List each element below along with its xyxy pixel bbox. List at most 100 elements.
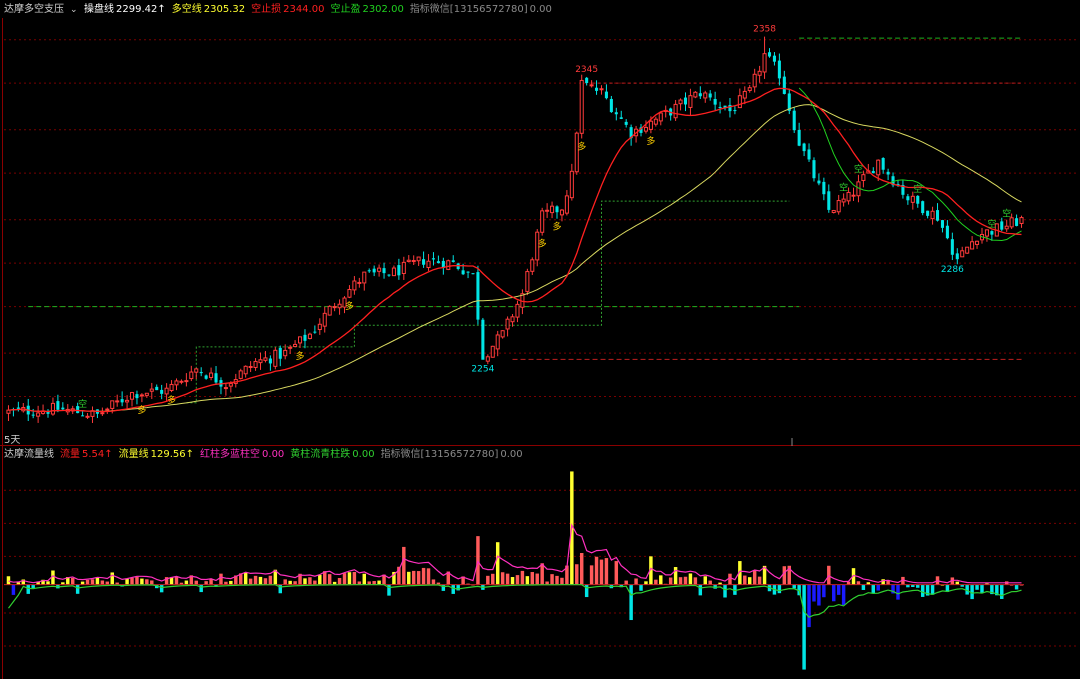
volume-bar[interactable] [268,575,273,585]
price-chart[interactable]: 多多多多多多多多空空空空空空2358234522542286 [0,0,1080,446]
volume-bar[interactable] [896,584,900,600]
volume-bar[interactable] [174,576,179,585]
volume-bar[interactable] [634,578,638,585]
volume-bar[interactable] [693,577,698,585]
volume-bar[interactable] [575,564,579,585]
volume-bar[interactable] [604,558,609,585]
volume-bar[interactable] [352,571,357,585]
volume-bar[interactable] [748,577,752,585]
candle[interactable] [476,265,480,325]
volume-bar[interactable] [407,571,411,585]
volume-bar[interactable] [668,577,673,585]
volume-bar[interactable] [347,572,352,585]
candle[interactable] [471,273,475,275]
volume-bar[interactable] [100,580,105,585]
volume-bar[interactable] [688,573,693,585]
volume-bar[interactable] [426,568,431,585]
volume-bar[interactable] [184,580,189,585]
volume-bar[interactable] [886,580,890,585]
volume-bar[interactable] [579,552,584,585]
volume-bar[interactable] [11,584,16,595]
volume-bar[interactable] [70,577,75,585]
volume-bar[interactable] [500,572,505,585]
volume-bar[interactable] [876,584,880,591]
volume-bar[interactable] [416,571,421,585]
volume-bar[interactable] [599,559,604,585]
volume-bar[interactable] [342,573,347,585]
volume-bar[interactable] [159,584,164,593]
volume-bar[interactable] [486,575,490,585]
volume-bar[interactable] [318,574,322,585]
candle[interactable] [921,200,925,216]
volume-bar[interactable] [975,584,979,590]
candle[interactable] [965,246,970,254]
volume-bar[interactable] [614,561,619,585]
volume-bar[interactable] [337,577,342,585]
candle[interactable] [525,268,530,296]
candle[interactable] [481,317,485,360]
volume-bar[interactable] [327,574,332,585]
volume-bar[interactable] [550,574,554,585]
volume-bar[interactable] [535,573,539,585]
volume-bar[interactable] [639,584,643,591]
volume-bar[interactable] [510,577,515,585]
volume-bar[interactable] [644,581,648,585]
candle[interactable] [574,131,579,175]
top-indicator-name[interactable]: 达摩多空支压 [4,2,64,18]
volume-bar[interactable] [85,579,90,585]
candle[interactable] [579,74,584,139]
volume-bar[interactable] [431,579,436,585]
volume-bar[interactable] [209,579,213,585]
volume-bar[interactable] [723,584,727,598]
volume-bar[interactable] [980,584,984,593]
bottom-indicator-name[interactable]: 达摩流量线 [4,447,54,463]
volume-bar[interactable] [130,577,134,585]
candle[interactable] [273,347,278,370]
volume-bar[interactable] [421,567,426,585]
volume-bar[interactable] [659,575,663,585]
volume-bar[interactable] [654,579,658,585]
volume-bar[interactable] [258,576,263,585]
candle[interactable] [540,207,545,236]
volume-bar[interactable] [589,565,594,585]
volume-bar[interactable] [802,584,806,670]
volume-bar[interactable] [248,578,253,585]
volume-bar[interactable] [520,570,525,585]
volume-bar[interactable] [303,578,307,585]
volume-bar[interactable] [145,579,149,585]
candle[interactable] [792,107,796,133]
volume-bar[interactable] [832,584,836,602]
volume-bar[interactable] [673,567,678,585]
volume-bar[interactable] [362,573,367,585]
candle[interactable] [812,157,816,182]
volume-bar[interactable] [792,584,796,589]
volume-bar[interactable] [836,584,841,595]
volume-bar[interactable] [856,581,861,585]
volume-bar[interactable] [812,584,816,602]
volume-bar[interactable] [920,584,925,597]
volume-bar[interactable] [594,556,599,585]
volume-bar[interactable] [476,536,480,585]
volume-bar[interactable] [377,580,381,585]
volume-bar[interactable] [229,580,233,585]
volume-bar[interactable] [253,575,258,585]
volume-bar[interactable] [491,573,495,585]
volume-bar[interactable] [411,570,416,585]
volume-bar[interactable] [871,584,876,594]
volume-bar[interactable] [75,584,80,594]
volume-bar[interactable] [26,584,30,594]
volume-bar[interactable] [703,576,707,585]
volume-bar[interactable] [841,584,846,605]
volume-bar[interactable] [451,584,455,594]
volume-bar[interactable] [560,577,564,585]
volume-bar[interactable] [293,581,297,585]
volume-bar[interactable] [194,580,198,585]
volume-bar[interactable] [283,579,287,585]
volume-bar[interactable] [199,584,203,593]
volume-bar[interactable] [515,575,520,585]
volume-bar[interactable] [743,575,747,585]
volume-bar[interactable] [219,573,223,585]
volume-bar[interactable] [288,580,292,585]
volume-bar[interactable] [90,579,95,585]
candle[interactable] [500,330,505,339]
